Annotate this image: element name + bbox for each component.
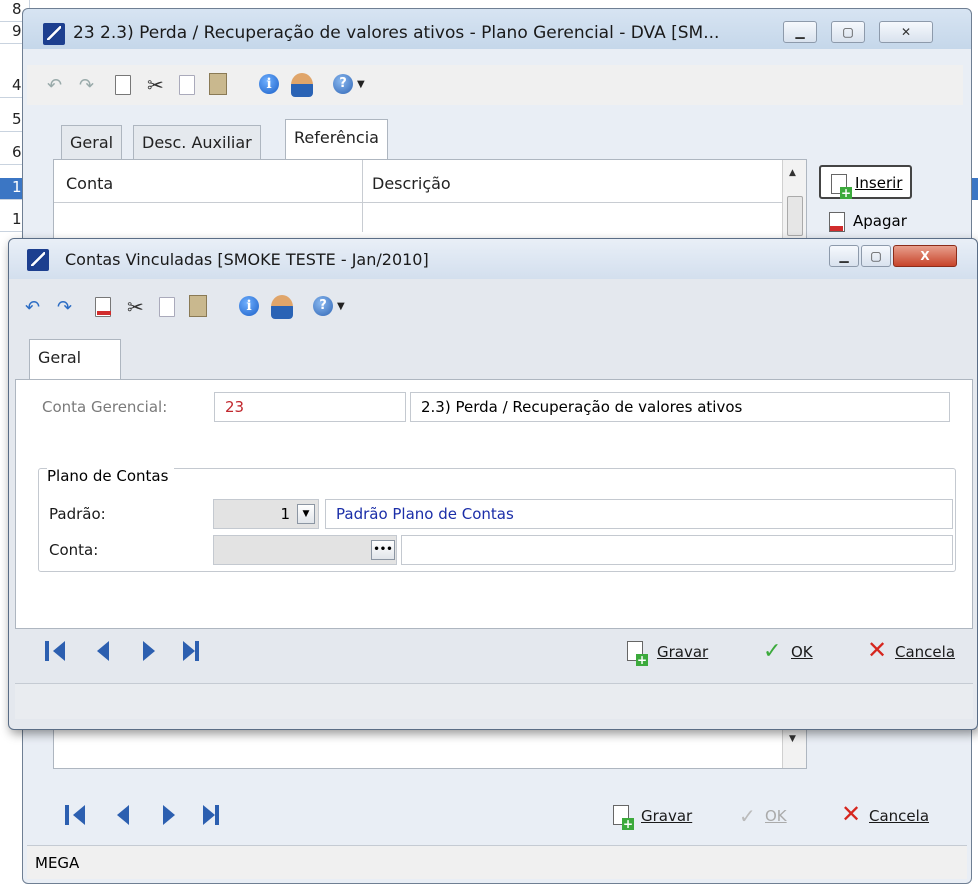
padrao-value: 1 [280,505,290,523]
back-window-title: 23 2.3) Perda / Recuperação de valores a… [73,23,720,43]
padrao-dropdown-icon[interactable]: ▼ [297,504,315,524]
front-window-title: Contas Vinculadas [SMOKE TESTE - Jan/201… [65,250,429,269]
first-record-icon[interactable] [65,805,87,827]
first-record-icon[interactable] [45,641,67,663]
copy-icon[interactable] [179,75,195,95]
conta-lookup-button[interactable]: ••• [371,540,395,560]
help-dropdown-icon[interactable]: ▼ [337,301,345,312]
check-icon: ✓ [763,639,782,664]
last-record-icon[interactable] [203,805,225,827]
front-record-nav: Gravar ✓ OK ✕ Cancela [15,631,973,675]
conta-desc-field[interactable] [401,535,953,565]
minimize-button[interactable]: ▁ [783,21,817,43]
back-save-button[interactable]: Gravar [609,801,692,831]
front-save-button[interactable]: Gravar [623,637,708,667]
next-record-icon[interactable] [143,641,165,663]
delete-icon [829,212,845,232]
new-document-icon[interactable] [115,75,131,95]
cut-icon[interactable]: ✂ [147,73,167,97]
delete-button[interactable]: Apagar [819,205,907,239]
front-ok-button[interactable]: ✓ OK [761,637,813,667]
previous-record-icon[interactable] [97,641,119,663]
maximize-button[interactable]: ▢ [861,245,891,267]
app-logo-icon [43,23,65,45]
user-icon[interactable] [271,295,293,319]
new-document-icon[interactable] [95,297,111,317]
cut-icon[interactable]: ✂ [127,295,147,319]
save-icon [627,641,648,666]
front-cancel-button[interactable]: ✕ Cancela [865,637,955,667]
user-icon[interactable] [291,73,313,97]
plano-de-contas-title: Plano de Contas [47,467,175,485]
conta-label: Conta: [49,541,99,559]
redo-icon[interactable]: ↷ [79,75,99,96]
help-icon[interactable]: ? [313,296,333,316]
front-window-titlebar[interactable]: Contas Vinculadas [SMOKE TESTE - Jan/201… [9,239,977,279]
check-icon: ✓ [739,804,756,828]
conta-gerencial-desc-field[interactable]: 2.3) Perda / Recuperação de valores ativ… [410,392,950,422]
padrao-label: Padrão: [49,505,106,523]
back-ok-button[interactable]: ✓ OK [737,801,787,831]
header-separator [54,202,782,203]
scroll-down-icon[interactable]: ▼ [789,734,796,744]
help-dropdown-icon[interactable]: ▼ [357,79,365,90]
front-window: Contas Vinculadas [SMOKE TESTE - Jan/201… [8,238,978,730]
padrao-desc-field[interactable]: Padrão Plano de Contas [325,499,953,529]
cancel-icon: ✕ [840,800,862,828]
app-logo-icon [27,249,49,271]
conta-input[interactable] [213,535,397,565]
status-bar: MEGA [27,845,967,879]
conta-gerencial-code-field[interactable]: 23 [214,392,406,422]
paste-icon[interactable] [189,295,207,317]
back-cancel-label: Cancela [869,807,930,825]
tab-geral[interactable]: Geral [61,125,123,159]
scroll-thumb[interactable] [787,196,803,236]
tab-geral[interactable]: Geral [29,339,121,379]
save-icon [613,805,634,830]
front-form-panel: Conta Gerencial: 23 2.3) Perda / Recuper… [15,379,973,629]
front-ok-label: OK [791,643,813,661]
front-status-bar [15,683,973,719]
back-toolbar: ↶ ↷ ✂ i ? ▼ [27,65,963,105]
info-icon[interactable]: i [239,296,259,316]
front-cancel-label: Cancela [895,643,956,661]
insert-icon [831,174,852,199]
previous-record-icon[interactable] [117,805,139,827]
undo-icon[interactable]: ↶ [25,297,45,318]
back-cancel-button[interactable]: ✕ Cancela [839,801,929,831]
column-header-descricao[interactable]: Descrição [372,174,451,193]
redo-icon[interactable]: ↷ [57,297,77,318]
back-ok-label: OK [765,807,787,825]
copy-icon[interactable] [159,297,175,317]
column-header-conta[interactable]: Conta [66,174,113,193]
back-save-label: Gravar [641,807,693,825]
close-button[interactable]: ✕ [879,21,933,43]
column-divider [362,160,363,232]
paste-icon[interactable] [209,73,227,95]
minimize-button[interactable]: ▁ [829,245,859,267]
tab-referencia[interactable]: Referência [285,119,388,159]
scroll-up-icon[interactable]: ▲ [789,168,796,178]
next-record-icon[interactable] [163,805,185,827]
undo-icon[interactable]: ↶ [47,75,67,96]
close-button[interactable]: X [893,245,957,267]
front-save-label: Gravar [657,643,709,661]
delete-button-label: Apagar [853,212,907,230]
front-toolbar: ↶ ↷ ✂ i ? ▼ [15,287,973,327]
conta-gerencial-label: Conta Gerencial: [42,398,168,416]
tab-desc-auxiliar[interactable]: Desc. Auxiliar [133,125,261,159]
back-record-nav: Gravar ✓ OK ✕ Cancela [53,793,953,837]
insert-button-label: Inserir [855,174,903,192]
cancel-icon: ✕ [866,636,888,664]
back-window-titlebar[interactable]: 23 2.3) Perda / Recuperação de valores a… [23,9,971,57]
help-icon[interactable]: ? [333,74,353,94]
maximize-button[interactable]: ▢ [831,21,865,43]
info-icon[interactable]: i [259,74,279,94]
insert-button[interactable]: Inserir [819,165,913,199]
plano-de-contas-group: Plano de Contas Padrão: 1 ▼ Padrão Plano… [38,467,956,572]
last-record-icon[interactable] [183,641,205,663]
